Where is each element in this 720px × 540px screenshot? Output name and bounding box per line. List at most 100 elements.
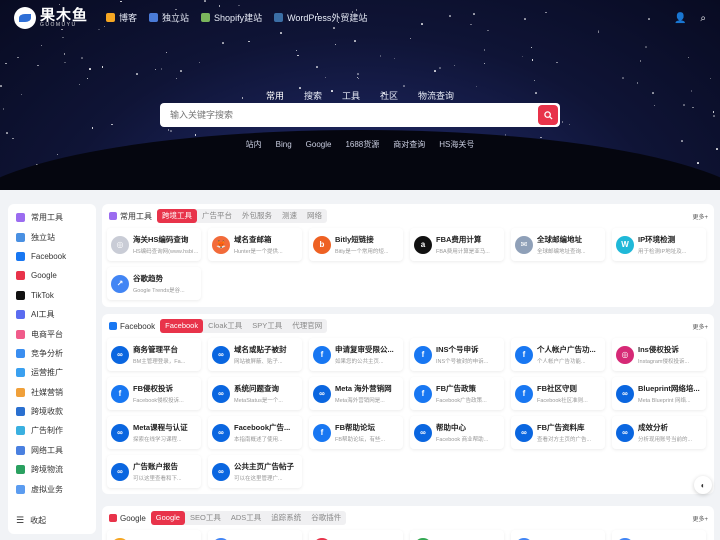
tool-card[interactable]: G全球市场趋势 [612,530,706,540]
tool-card-title: Bitly短链接 [335,235,374,244]
tool-card[interactable]: ∞ 帮助中心 Facebook 商业帮助... [410,416,504,449]
tool-card[interactable]: ∞ Facebook广告... 本指南概述了使用... [208,416,302,449]
section-header: 常用工具 跨境工具 广告平台 外包服务 测速 网络 更多+ [102,204,714,228]
sidebar-item-label: 跨境物流 [31,465,63,475]
section-tab[interactable]: Cloak工具 [203,319,247,333]
tool-card[interactable]: ∞ 系统问题查询 MetaStatus是一个... [208,377,302,410]
search-engine-link[interactable]: Google [306,140,332,149]
section-tab[interactable]: 谷歌插件 [306,511,346,525]
tool-card[interactable]: f INS个号申诉 INS个号被封的申诉... [410,338,504,371]
tool-card[interactable]: G谷歌趋势 [511,530,605,540]
more-link[interactable]: 更多+ [692,322,708,331]
user-icon[interactable]: 👤 [674,13,686,24]
tool-card[interactable]: ∞ 广告账户报告 可以这里查看和下... [107,455,201,488]
theme-toggle-button[interactable]: ◐ [694,476,712,494]
tool-card[interactable]: ∞ 公共主页广告帖子 可以在这里管理广... [208,455,302,488]
tool-card[interactable]: ✉ 全球邮编地址 全球邮编地址查询... [511,228,605,261]
hero-banner: 果木鱼 GUOMUYU 博客 独立站 Shopify建站 WordPress外贸建站 … [0,0,720,190]
section-tab[interactable]: SPY工具 [247,319,287,333]
section-header: Google Google SEO工具 ADS工具 追踪系统 谷歌插件 更多+ [102,506,714,530]
section-tab[interactable]: ADS工具 [226,511,266,525]
section-tab[interactable]: 测速 [277,209,302,223]
search-button[interactable] [538,105,558,125]
nav-link[interactable]: 独立站 [149,11,189,24]
sidebar-item[interactable]: TikTok [8,286,96,305]
tool-card[interactable]: GMCC经理账号 [208,530,302,540]
nav-link[interactable]: Shopify建站 [201,11,262,24]
tool-card[interactable]: f FB帮助论坛 FB帮助论坛，有些... [309,416,403,449]
tool-card[interactable]: b Bitly短链接 Bitly是一个常用的短... [309,228,403,261]
sidebar-item[interactable]: 跨境收款 [8,402,96,421]
search-engine-link[interactable]: HS海关号 [439,140,474,149]
tool-card[interactable]: ∞ Blueprint网络培... Meta Blueprint 网络... [612,377,706,410]
section-tab[interactable]: 追踪系统 [266,511,306,525]
section-tab[interactable]: SEO工具 [185,511,226,525]
sidebar-item[interactable]: 网络工具 [8,441,96,460]
search-icon[interactable]: ⌕ [700,13,706,24]
sidebar-item[interactable]: Facebook [8,247,96,266]
search-engine-link[interactable]: 商对查询 [393,140,425,149]
tool-card[interactable]: ∞ 域名或贴子被封 网站被屏蔽、贴子... [208,338,302,371]
star [40,44,43,47]
sidebar-item[interactable]: AI工具 [8,305,96,324]
tool-card[interactable]: f FB社区守则 Facebook社区准则... [511,377,605,410]
tool-card[interactable]: ◎ 海关HS编码查询 HS编码查询网(www.hsbianma... [107,228,201,261]
nav-link[interactable]: 博客 [106,11,137,24]
sidebar-item-icon [16,368,25,378]
tool-card[interactable]: G多客户账号 [309,530,403,540]
search-engine-link[interactable]: 1688货源 [345,140,379,149]
tool-card-desc: INS个号被封的申诉... [436,359,489,365]
section-tab[interactable]: 跨境工具 [157,209,197,223]
section-tab[interactable]: 网络 [302,209,327,223]
tool-card-title: FB社区守则 [537,384,577,393]
tool-card[interactable]: ◎ Ins侵权投诉 Instagram侵权投诉... [612,338,706,371]
sidebar-item[interactable]: 竞争分析 [8,344,96,363]
section-tab[interactable]: 代理官网 [287,319,327,333]
star [434,70,436,72]
tool-card[interactable]: ∞ 商务管理平台 BM主管理登录，Fa... [107,338,201,371]
site-logo[interactable]: 果木鱼 GUOMUYU [14,7,88,29]
section-tab[interactable]: Facebook [160,319,204,333]
tool-card[interactable]: ∞ 成效分析 分析现用账号当前的... [612,416,706,449]
tool-card[interactable]: G谷歌云盘 [410,530,504,540]
tool-card[interactable]: ∞ FB广告资料库 查看对方主页的广告... [511,416,605,449]
fish-logo-icon [14,7,36,29]
star [78,83,80,86]
tool-card[interactable]: f 个人帐户广告功... 个人帐户广告功能... [511,338,605,371]
tool-card[interactable]: a FBA费用计算 FBA费用计算是亚马... [410,228,504,261]
nav-link-label: Shopify建站 [214,13,263,23]
tool-card-icon: b [313,235,331,254]
sidebar-item[interactable]: Google [8,266,96,285]
sidebar-item[interactable]: 独立站 [8,227,96,246]
tool-card[interactable]: GGoogle ADS [107,530,201,540]
sidebar-collapse[interactable]: ☰ 收起 [16,515,46,526]
search-engine-link[interactable]: Bing [276,140,292,149]
nav-link[interactable]: WordPress外贸建站 [274,11,367,24]
tool-card[interactable]: f FB广告政策 Facebook广告政策... [410,377,504,410]
tool-card-title: IP环境检测 [638,235,676,244]
sidebar-item[interactable]: 跨境物流 [8,460,96,479]
more-link[interactable]: 更多+ [692,212,708,221]
tool-card[interactable]: W IP环境检测 用于检测IP地址及... [612,228,706,261]
search-input[interactable] [160,103,520,127]
tool-card[interactable]: ↗ 谷歌趋势 Google Trends是谷... [107,267,201,300]
tool-card[interactable]: f 申请复审受限公... 如果您的公共主页... [309,338,403,371]
search-engine-link[interactable]: 站内 [246,140,262,149]
tool-card-title: INS个号申诉 [436,345,479,354]
section-tab[interactable]: 外包服务 [237,209,277,223]
sidebar-item-label: 网络工具 [31,445,63,455]
sidebar-item[interactable]: 广告制作 [8,421,96,440]
tool-card[interactable]: 🦊 域名查邮箱 Hunter是一个提供... [208,228,302,261]
section-tab[interactable]: Google [150,511,185,525]
tool-card-title: Meta课程与认证 [133,423,188,432]
tool-card[interactable]: f FB侵权投诉 Facebook侵权投诉... [107,377,201,410]
tool-card[interactable]: ∞ Meta课程与认证 探索在线学习课程... [107,416,201,449]
sidebar-item[interactable]: 虚拟业务 [8,479,96,498]
tool-card[interactable]: ∞ Meta 海外营销网 Meta海外营销网是... [309,377,403,410]
sidebar-item[interactable]: 电商平台 [8,324,96,343]
sidebar-item[interactable]: 运营推广 [8,363,96,382]
more-link[interactable]: 更多+ [692,514,708,523]
sidebar-item[interactable]: 常用工具 [8,208,96,227]
section-tab[interactable]: 广告平台 [197,209,237,223]
sidebar-item[interactable]: 社媒营销 [8,383,96,402]
